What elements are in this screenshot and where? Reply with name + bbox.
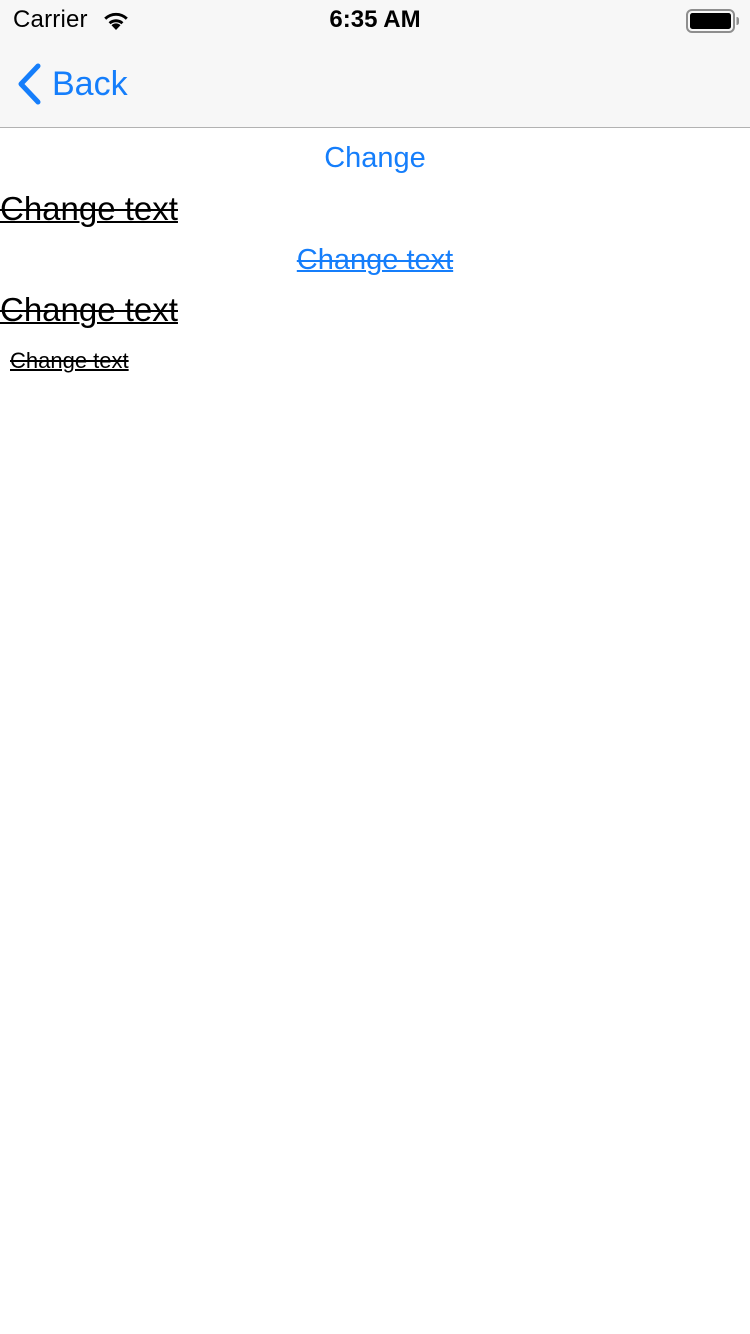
status-time: 6:35 AM (329, 6, 421, 33)
status-bar: Carrier 6:35 AM (0, 0, 750, 40)
change-text-label-blue-centered: Change text (296, 244, 454, 276)
battery-icon (686, 9, 739, 33)
change-button[interactable]: Change (0, 140, 750, 176)
change-text-label-large-second: Change text (0, 291, 178, 328)
back-button[interactable]: Back (16, 62, 128, 106)
change-text-label-large: Change text (0, 190, 178, 227)
navigation-header: Carrier 6:35 AM Back (0, 0, 750, 128)
chevron-left-icon (18, 63, 41, 105)
change-text-label-small: Change text (10, 348, 129, 373)
back-button-label: Back (52, 65, 128, 103)
screen: Carrier 6:35 AM Back Change Change text … (0, 0, 750, 1334)
